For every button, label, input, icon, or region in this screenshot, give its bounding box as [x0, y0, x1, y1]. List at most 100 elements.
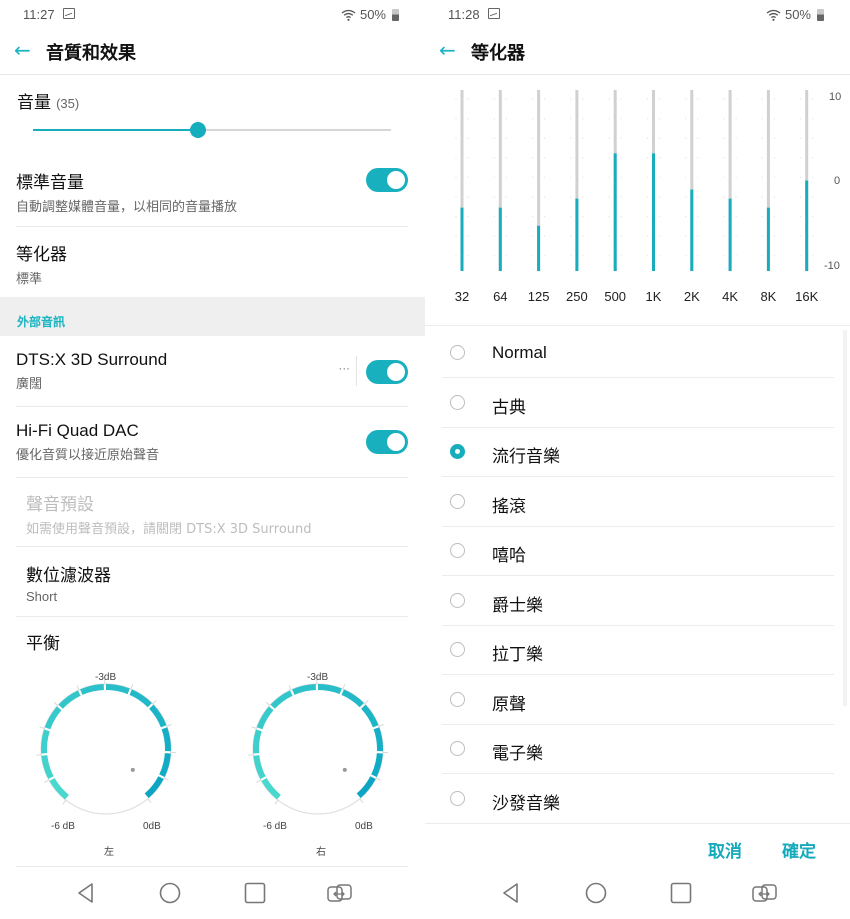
- eq-band-level-4K[interactable]: [728, 198, 732, 271]
- eq-band-level-500[interactable]: [613, 153, 617, 271]
- dial-segment: [105, 684, 130, 695]
- grid-dot: [685, 196, 687, 198]
- grid-dot: [582, 255, 584, 257]
- grid-dot: [800, 157, 802, 159]
- eq-band-level-64[interactable]: [498, 207, 502, 271]
- radio-unselected-icon[interactable]: [450, 790, 465, 806]
- digital-filter-item[interactable]: 數位濾波器 Short: [16, 561, 408, 617]
- left-dial-top-label: -3dB: [95, 672, 117, 683]
- grid-dot: [685, 255, 687, 257]
- eq-ytick-bottom: -10: [824, 260, 840, 272]
- standard-volume-title: 標準音量: [16, 173, 84, 193]
- grid-dot: [570, 137, 572, 139]
- volume-slider[interactable]: [33, 122, 391, 138]
- eq-band-level-16K[interactable]: [805, 180, 809, 272]
- hifi-toggle[interactable]: [366, 430, 408, 454]
- right-dial-knob[interactable]: [342, 767, 347, 772]
- dial-segment: [256, 706, 274, 730]
- eq-band-level-250[interactable]: [575, 198, 579, 271]
- dts-toggle[interactable]: [366, 360, 408, 384]
- eq-band-label: 2K: [683, 289, 700, 304]
- radio-unselected-icon[interactable]: [450, 741, 465, 756]
- scrollbar[interactable]: [843, 330, 847, 706]
- preset-option[interactable]: 爵士樂: [442, 576, 834, 626]
- volume-slider-thumb[interactable]: [189, 122, 206, 138]
- nav-home-icon[interactable]: [585, 882, 607, 904]
- equalizer-item[interactable]: 等化器 標準: [16, 240, 408, 297]
- hifi-dac-item[interactable]: Hi-Fi Quad DAC 優化音質以接近原始聲音: [16, 421, 408, 478]
- preset-option[interactable]: 電子樂: [442, 724, 834, 774]
- nav-back-icon[interactable]: [501, 882, 521, 904]
- grid-dot: [505, 176, 507, 179]
- grid-dot: [658, 157, 661, 159]
- eq-band-label: 500: [604, 289, 627, 304]
- radio-unselected-icon[interactable]: [450, 493, 465, 509]
- preset-option[interactable]: 搖滾: [442, 477, 834, 527]
- grid-dot: [697, 255, 699, 257]
- preset-option[interactable]: Normal: [442, 328, 834, 378]
- dts-surround-item[interactable]: DTS:X 3D Surround 廣闊 ···: [16, 350, 408, 407]
- equalizer-title: 等化器: [16, 245, 67, 265]
- grid-dot: [761, 176, 764, 179]
- dial-tick: [76, 685, 80, 691]
- audio-settings-screen: 11:27 50% ← 音質和效果 音量 (35) 標準音量 自動調整媒體音量，…: [0, 0, 425, 919]
- grid-dot: [608, 235, 610, 237]
- dial-segment: [44, 706, 62, 730]
- eq-band-level-8K[interactable]: [766, 207, 770, 271]
- radio-unselected-icon[interactable]: [450, 691, 465, 707]
- grid-dot: [543, 235, 546, 237]
- grid-dot: [685, 98, 687, 100]
- confirm-button[interactable]: 確定: [782, 837, 816, 862]
- standard-volume-toggle[interactable]: [366, 168, 408, 192]
- grid-dot: [620, 98, 622, 100]
- image-notification-icon: [63, 8, 75, 19]
- radio-selected-icon[interactable]: [450, 444, 465, 459]
- back-arrow-icon[interactable]: ←: [14, 40, 31, 60]
- grid-dot: [505, 196, 507, 198]
- nav-back-icon[interactable]: [76, 882, 96, 904]
- grid-dot: [735, 157, 737, 159]
- grid-dot: [723, 235, 725, 237]
- grid-dot: [608, 98, 610, 100]
- grid-dot: [646, 117, 649, 120]
- preset-option[interactable]: 沙發音樂: [442, 774, 834, 823]
- standard-volume-item[interactable]: 標準音量 自動調整媒體音量，以相同的音量播放: [16, 168, 408, 227]
- eq-band-level-125[interactable]: [537, 225, 541, 271]
- grid-dot: [812, 117, 814, 120]
- eq-band-level-2K[interactable]: [690, 189, 694, 271]
- radio-unselected-icon[interactable]: [450, 543, 465, 558]
- grid-dot: [773, 196, 776, 198]
- grid-dot: [493, 98, 495, 100]
- nav-recents-icon[interactable]: [670, 882, 692, 904]
- preset-option[interactable]: 拉丁樂: [442, 625, 834, 675]
- preset-option[interactable]: 原聲: [442, 675, 834, 725]
- eq-band-level-1K[interactable]: [652, 153, 655, 271]
- nav-switch-app-icon[interactable]: [752, 882, 778, 904]
- back-arrow-icon[interactable]: ←: [439, 40, 456, 60]
- preset-option[interactable]: 流行音樂: [442, 427, 834, 477]
- grid-dot: [800, 215, 802, 218]
- status-bar: 11:27 50%: [0, 0, 425, 28]
- left-dial-knob[interactable]: [130, 767, 135, 772]
- cancel-button[interactable]: 取消: [708, 837, 742, 862]
- eq-band-level-32[interactable]: [460, 207, 464, 271]
- more-options-icon[interactable]: ···: [339, 362, 350, 376]
- eq-band-label: 16K: [795, 289, 819, 304]
- radio-unselected-icon[interactable]: [450, 592, 465, 608]
- preset-option[interactable]: 古典: [442, 378, 834, 428]
- radio-unselected-icon[interactable]: [450, 345, 465, 360]
- preset-option[interactable]: 嘻哈: [442, 526, 834, 576]
- grid-dot: [467, 215, 469, 218]
- equalizer-screen: 11:28 50% ← 等化器 32 64 125 250 500 1K 2K 4K 8K 16K…: [425, 0, 850, 919]
- nav-home-icon[interactable]: [159, 882, 181, 904]
- radio-unselected-icon[interactable]: [450, 394, 465, 410]
- nav-switch-app-icon[interactable]: [327, 882, 353, 904]
- grid-dot: [800, 196, 802, 198]
- dial-segment: [149, 704, 167, 728]
- eq-band-label: 250: [566, 289, 588, 304]
- radio-unselected-icon[interactable]: [450, 642, 465, 657]
- grid-dot: [543, 117, 546, 120]
- nav-recents-icon[interactable]: [244, 882, 266, 904]
- nav-bar: [0, 869, 425, 919]
- grid-dot: [455, 196, 457, 198]
